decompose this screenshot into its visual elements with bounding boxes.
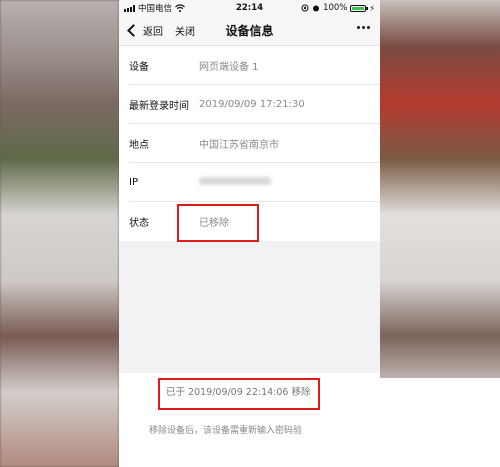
info-value: 网页端设备 1 bbox=[199, 61, 259, 73]
background-left bbox=[0, 0, 119, 467]
carrier-label: 中国电信 bbox=[138, 4, 173, 14]
info-label: IP bbox=[129, 176, 138, 188]
info-row-location: 地点 中国江苏省南京市 bbox=[129, 124, 380, 163]
battery-icon bbox=[350, 4, 369, 12]
alarm-icon bbox=[313, 5, 320, 12]
info-row-device: 设备 网页端设备 1 bbox=[129, 46, 380, 85]
signal-icon bbox=[124, 4, 135, 12]
wifi-icon bbox=[175, 4, 185, 12]
more-options-icon[interactable] bbox=[357, 26, 370, 29]
back-button[interactable]: 返回 bbox=[119, 23, 163, 38]
status-time: 22:14 bbox=[235, 3, 264, 13]
info-value: 中国江苏省南京市 bbox=[199, 139, 279, 151]
location-icon bbox=[301, 4, 309, 12]
charging-icon: ⚡ bbox=[369, 3, 375, 13]
info-row-last-login: 最新登录时间 2019/09/09 17:21:30 bbox=[129, 85, 380, 124]
nav-bar: 返回 关闭 设备信息 bbox=[119, 16, 380, 46]
ip-value-blurred bbox=[199, 176, 271, 188]
close-button[interactable]: 关闭 bbox=[175, 23, 195, 38]
back-label: 返回 bbox=[143, 27, 163, 38]
info-label: 最新登录时间 bbox=[129, 100, 189, 112]
footer-note: 移除设备后，该设备需重新输入密码验 bbox=[149, 426, 303, 436]
status-highlight-box bbox=[177, 204, 259, 242]
chevron-left-icon bbox=[127, 24, 140, 37]
info-row-ip: IP bbox=[129, 163, 380, 202]
removed-time-highlight-box bbox=[158, 378, 320, 410]
info-value: 2019/09/09 17:21:30 bbox=[199, 98, 305, 110]
info-label: 地点 bbox=[129, 139, 149, 151]
battery-percent: 100% bbox=[323, 3, 348, 13]
status-bar: 中国电信 22:14 100% ⚡ bbox=[119, 0, 380, 16]
info-label: 设备 bbox=[129, 61, 149, 73]
